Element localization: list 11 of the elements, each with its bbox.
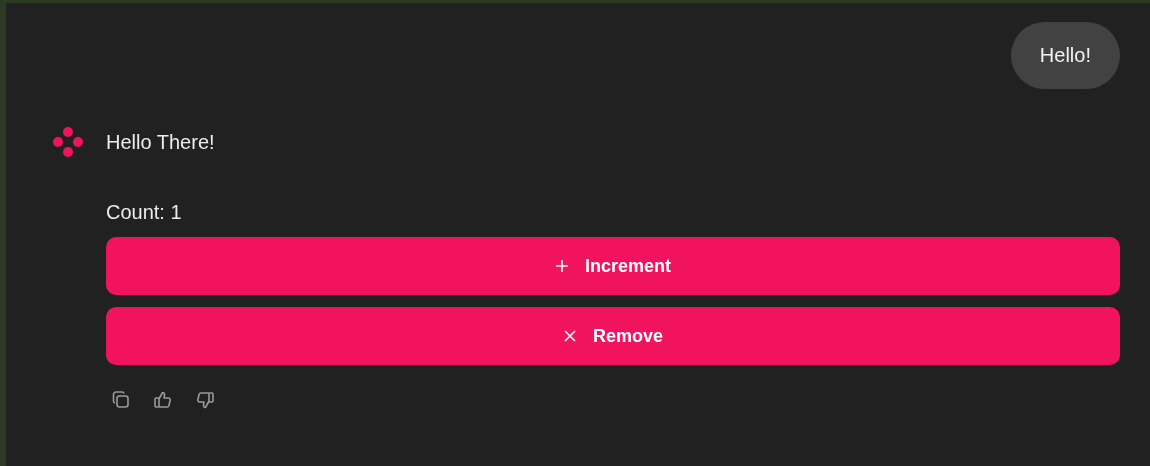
close-icon: [563, 329, 577, 343]
plus-icon: [555, 259, 569, 273]
remove-button[interactable]: Remove: [106, 307, 1120, 365]
user-message-bubble: Hello!: [1010, 22, 1120, 89]
count-label: Count: 1: [106, 201, 183, 224]
thumbs-down-icon[interactable]: [194, 389, 216, 411]
assistant-message-text: Hello There!: [106, 130, 215, 154]
copy-icon[interactable]: [110, 389, 132, 411]
thumbs-up-icon[interactable]: [152, 389, 174, 411]
logo-icon: [52, 126, 84, 158]
increment-button[interactable]: Increment: [106, 237, 1120, 295]
